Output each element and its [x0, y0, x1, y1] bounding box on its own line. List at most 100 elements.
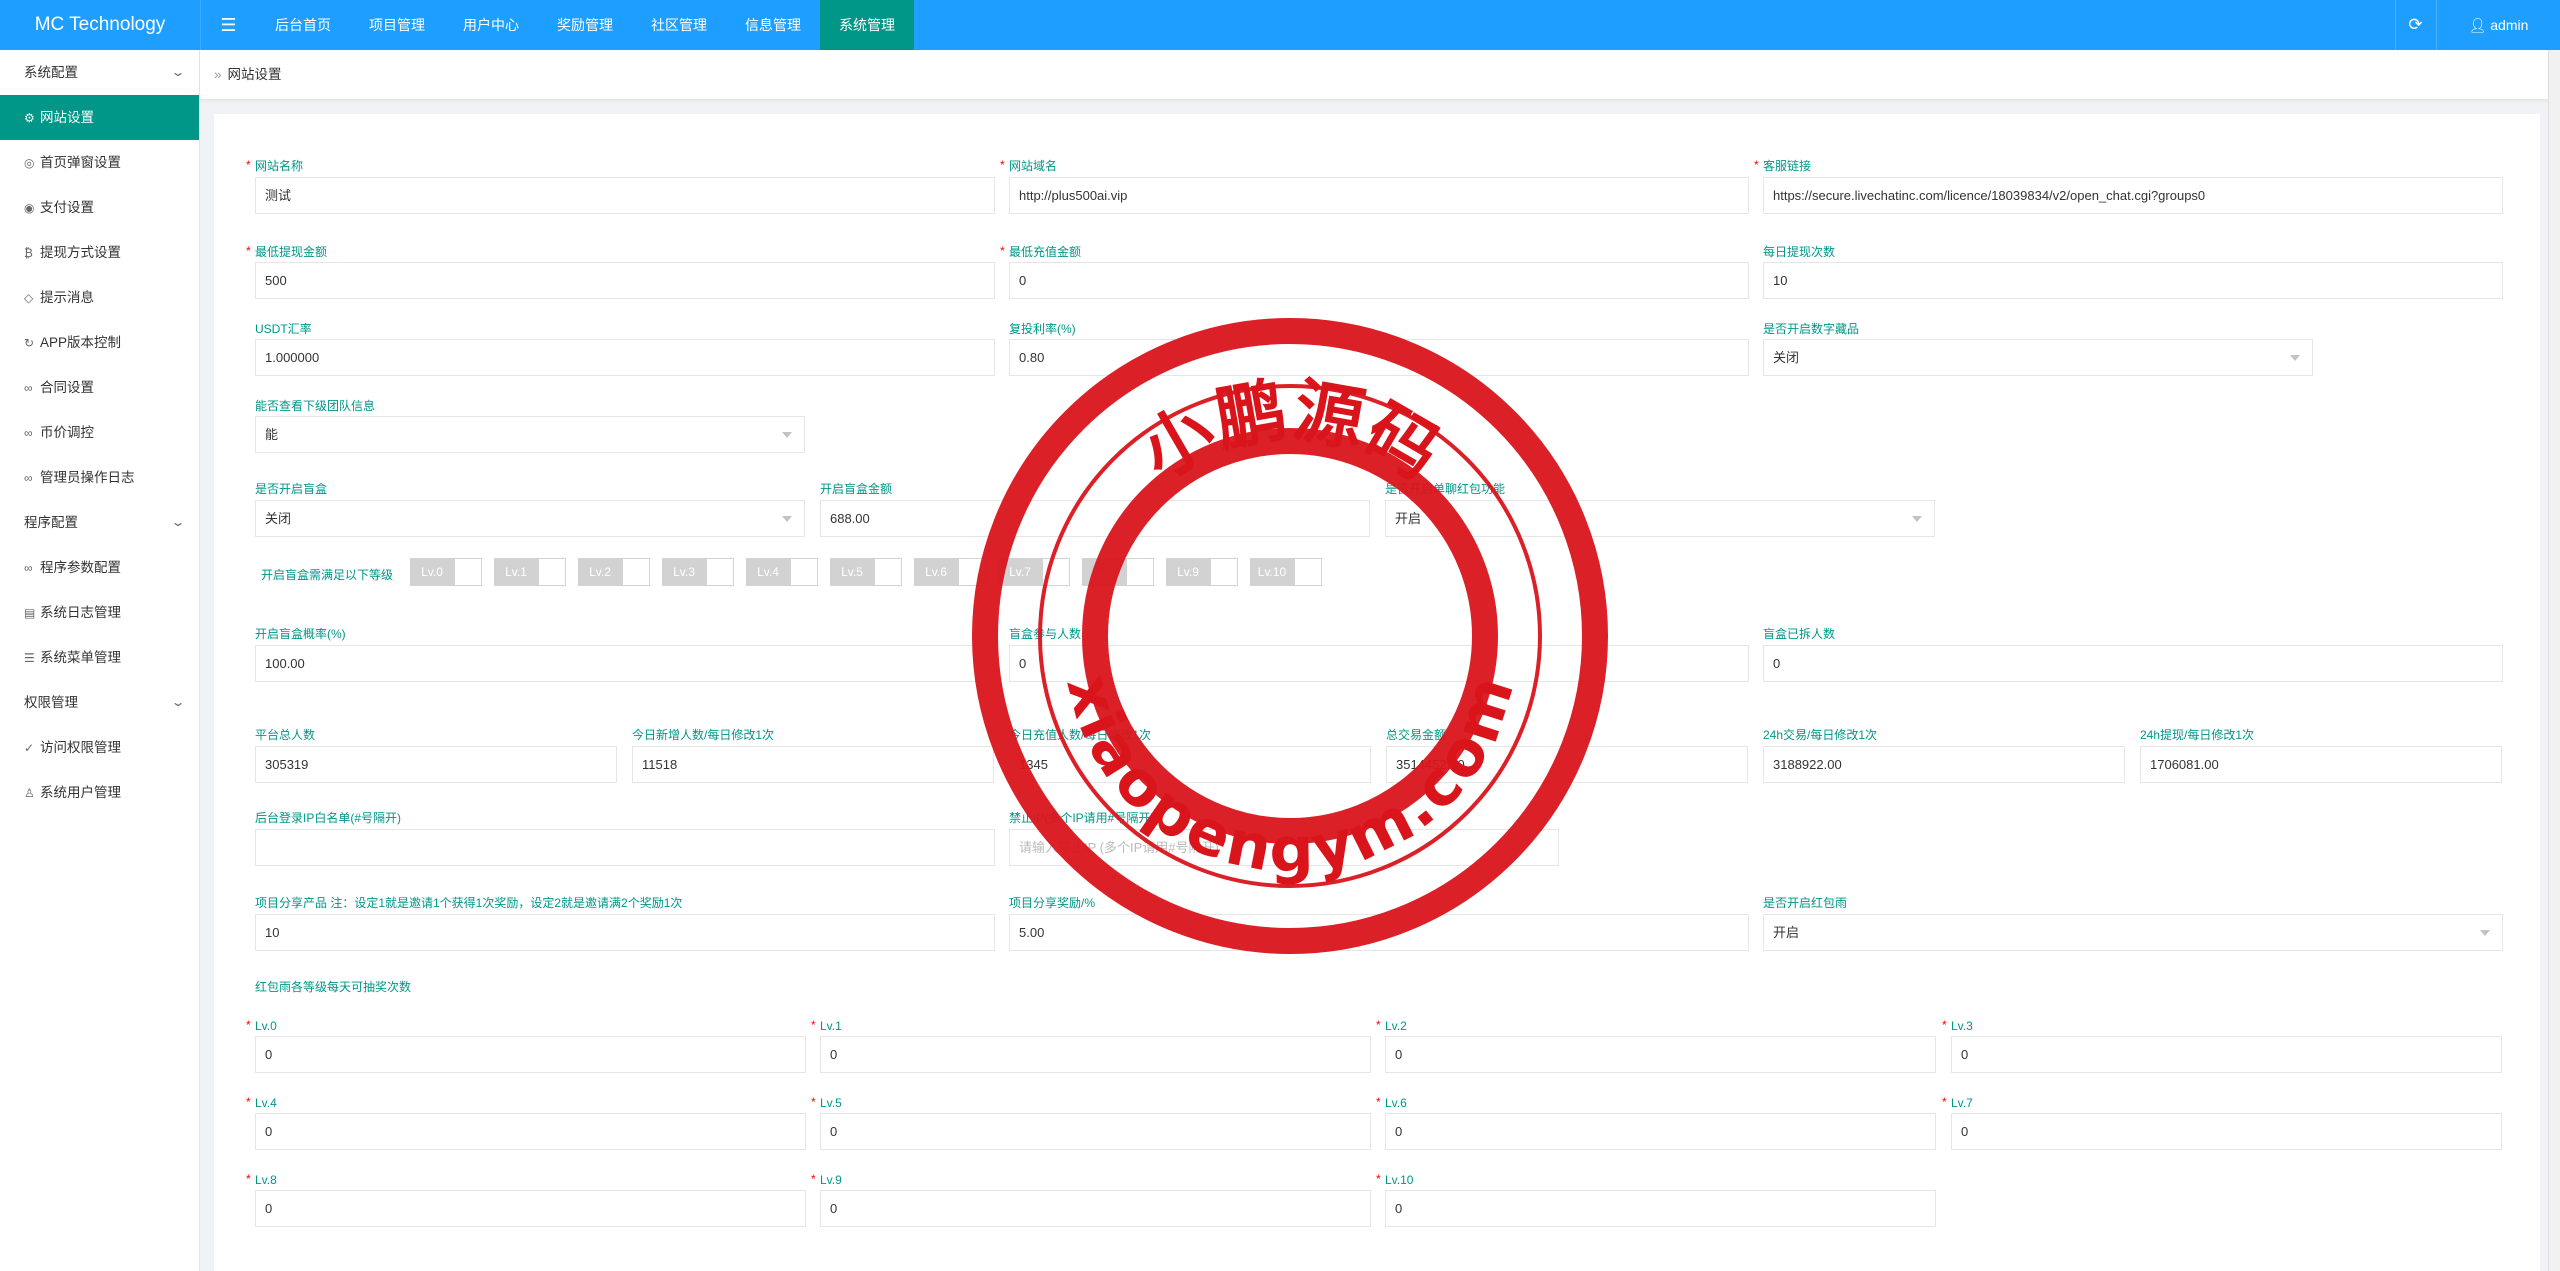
- rain-level-input-lv3[interactable]: 0: [1951, 1036, 2502, 1073]
- topnav-item-community[interactable]: 社区管理: [632, 0, 726, 50]
- ip-blacklist-input[interactable]: 请输入禁止IP (多个IP请用#号隔开): [1009, 829, 1559, 866]
- rain-level-label: * Lv.10: [1376, 1172, 1414, 1187]
- topnav-item-home[interactable]: 后台首页: [256, 0, 350, 50]
- blindbox-amount-label: 开启盲盒金额: [820, 482, 893, 496]
- level-checkbox-lv2[interactable]: Lv.2: [578, 558, 650, 586]
- level-checkbox-lv0[interactable]: Lv.0: [410, 558, 482, 586]
- sidebar-item-system-log[interactable]: ▤ 系统日志管理: [0, 590, 199, 635]
- service-link-input[interactable]: https://secure.livechatinc.com/licence/1…: [1763, 177, 2503, 214]
- rain-level-input-lv7[interactable]: 0: [1951, 1113, 2502, 1150]
- trade-24h-input[interactable]: 3188922.00: [1763, 746, 2125, 783]
- blindbox-opened-input[interactable]: 0: [1763, 645, 2503, 682]
- blindbox-amount-input[interactable]: 688.00: [820, 500, 1370, 537]
- sidebar-item-payment[interactable]: ◉ 支付设置: [0, 185, 199, 230]
- level-checkbox-lv7[interactable]: Lv.7: [998, 558, 1070, 586]
- share-reward-input[interactable]: 5.00: [1009, 914, 1749, 951]
- rain-level-input-lv9[interactable]: 0: [820, 1190, 1371, 1227]
- sidebar-item-program-params[interactable]: ∞ 程序参数配置: [0, 545, 199, 590]
- view-team-select[interactable]: 能: [255, 416, 805, 453]
- sidebar-group-permission[interactable]: 权限管理 ⌄: [0, 680, 199, 725]
- rain-level-input-lv1[interactable]: 0: [820, 1036, 1371, 1073]
- site-domain-label: * 网站域名: [1000, 158, 1058, 173]
- sidebar-item-tips[interactable]: ◇ 提示消息: [0, 275, 199, 320]
- level-checkbox-lv10[interactable]: Lv.10: [1250, 558, 1322, 586]
- scrollbar[interactable]: [2548, 50, 2560, 1271]
- refresh-icon[interactable]: ⟳: [2395, 0, 2435, 50]
- menu-icon[interactable]: ☰: [200, 0, 256, 50]
- reinvest-rate-input[interactable]: 0.80: [1009, 339, 1749, 376]
- rain-level-input-lv8[interactable]: 0: [255, 1190, 806, 1227]
- sidebar-item-label: 访问权限管理: [40, 740, 121, 755]
- sidebar-item-label: 系统用户管理: [40, 785, 121, 800]
- sidebar-item-app-version[interactable]: ↻ APP版本控制: [0, 320, 199, 365]
- topnav-item-users[interactable]: 用户中心: [444, 0, 538, 50]
- level-checkbox-lv6[interactable]: Lv.6: [914, 558, 986, 586]
- platform-users-input[interactable]: 305319: [255, 746, 617, 783]
- topnav-item-projects[interactable]: 项目管理: [350, 0, 444, 50]
- blindbox-join-input[interactable]: 0: [1009, 645, 1749, 682]
- checkbox-box: [1294, 558, 1322, 586]
- ip-whitelist-input[interactable]: [255, 829, 995, 866]
- usdt-rate-input[interactable]: 1.000000: [255, 339, 995, 376]
- check-circle-icon: ✓: [24, 741, 35, 755]
- sidebar-item-withdraw-method[interactable]: ₿ 提现方式设置: [0, 230, 199, 275]
- today-new-input[interactable]: 11518: [632, 746, 994, 783]
- total-trade-input[interactable]: 3514452.00: [1386, 746, 1748, 783]
- rain-level-label: * Lv.7: [1942, 1095, 1973, 1110]
- site-domain-input[interactable]: http://plus500ai.vip: [1009, 177, 1749, 214]
- sidebar-item-admin-log[interactable]: ∞ 管理员操作日志: [0, 455, 199, 500]
- sidebar-item-access[interactable]: ✓ 访问权限管理: [0, 725, 199, 770]
- sidebar-item-popup[interactable]: ◎ 首页弹窗设置: [0, 140, 199, 185]
- topnav-item-system[interactable]: 系统管理: [820, 0, 914, 50]
- min-withdraw-label: * 最低提现金额: [246, 244, 328, 259]
- topnav-item-info[interactable]: 信息管理: [726, 0, 820, 50]
- share-product-input[interactable]: 10: [255, 914, 995, 951]
- rain-level-input-lv2[interactable]: 0: [1385, 1036, 1936, 1073]
- blindbox-open-select[interactable]: 关闭: [255, 500, 805, 537]
- level-checkbox-lv4[interactable]: Lv.4: [746, 558, 818, 586]
- rain-level-input-lv4[interactable]: 0: [255, 1113, 806, 1150]
- topnav-item-rewards[interactable]: 奖励管理: [538, 0, 632, 50]
- rain-level-input-lv6[interactable]: 0: [1385, 1113, 1936, 1150]
- sidebar-item-system-menu[interactable]: ☰ 系统菜单管理: [0, 635, 199, 680]
- top-bar: MC Technology ☰ 后台首页 项目管理 用户中心 奖励管理 社区管理…: [0, 0, 2560, 50]
- sidebar-group-program-config[interactable]: 程序配置 ⌄: [0, 500, 199, 545]
- today-new-label: 今日新增人数/每日修改1次: [632, 728, 775, 742]
- file-icon: ▤: [24, 606, 36, 620]
- select-value: 开启: [1395, 511, 1422, 526]
- sidebar-item-contract[interactable]: ∞ 合同设置: [0, 365, 199, 410]
- level-checkbox-lv1[interactable]: Lv.1: [494, 558, 566, 586]
- rain-level-input-lv5[interactable]: 0: [820, 1113, 1371, 1150]
- blindbox-open-label: 是否开启盲盒: [255, 482, 328, 496]
- level-checkbox-lv8[interactable]: Lv.8: [1082, 558, 1154, 586]
- breadcrumb-current[interactable]: 网站设置: [228, 67, 282, 82]
- red-packet-rain-select[interactable]: 开启: [1763, 914, 2503, 951]
- sidebar-group-system-config[interactable]: 系统配置 ⌄: [0, 50, 199, 95]
- brand-logo[interactable]: MC Technology: [0, 0, 200, 50]
- rain-level-input-lv10[interactable]: 0: [1385, 1190, 1936, 1227]
- min-recharge-input[interactable]: 0: [1009, 262, 1749, 299]
- select-value: 关闭: [265, 511, 292, 526]
- gear-icon: ⚙: [24, 111, 35, 125]
- level-checkbox-lv5[interactable]: Lv.5: [830, 558, 902, 586]
- digital-collection-label: 是否开启数字藏品: [1763, 322, 1860, 336]
- sidebar-item-coin-price[interactable]: ∞ 币价调控: [0, 410, 199, 455]
- digital-collection-select[interactable]: 关闭: [1763, 339, 2313, 376]
- site-name-input[interactable]: 测试: [255, 177, 995, 214]
- red-packet-single-select[interactable]: 开启: [1385, 500, 1935, 537]
- level-checkbox-lv3[interactable]: Lv.3: [662, 558, 734, 586]
- level-tag: Lv.3: [662, 558, 706, 586]
- sidebar-item-label: 支付设置: [40, 200, 94, 215]
- user-menu[interactable]: 👤︎ admin: [2436, 0, 2560, 50]
- sidebar-item-system-users[interactable]: ♙ 系统用户管理: [0, 770, 199, 815]
- level-checkbox-lv9[interactable]: Lv.9: [1166, 558, 1238, 586]
- rain-level-input-lv0[interactable]: 0: [255, 1036, 806, 1073]
- platform-users-label: 平台总人数: [255, 728, 316, 742]
- min-withdraw-input[interactable]: 500: [255, 262, 995, 299]
- daily-withdraw-input[interactable]: 10: [1763, 262, 2503, 299]
- sidebar-item-site-settings[interactable]: ⚙ 网站设置: [0, 95, 199, 140]
- rain-level-label: * Lv.1: [811, 1018, 842, 1033]
- withdraw-24h-input[interactable]: 1706081.00: [2140, 746, 2502, 783]
- today-recharge-input[interactable]: 1345: [1009, 746, 1371, 783]
- blindbox-prob-input[interactable]: 100.00: [255, 645, 995, 682]
